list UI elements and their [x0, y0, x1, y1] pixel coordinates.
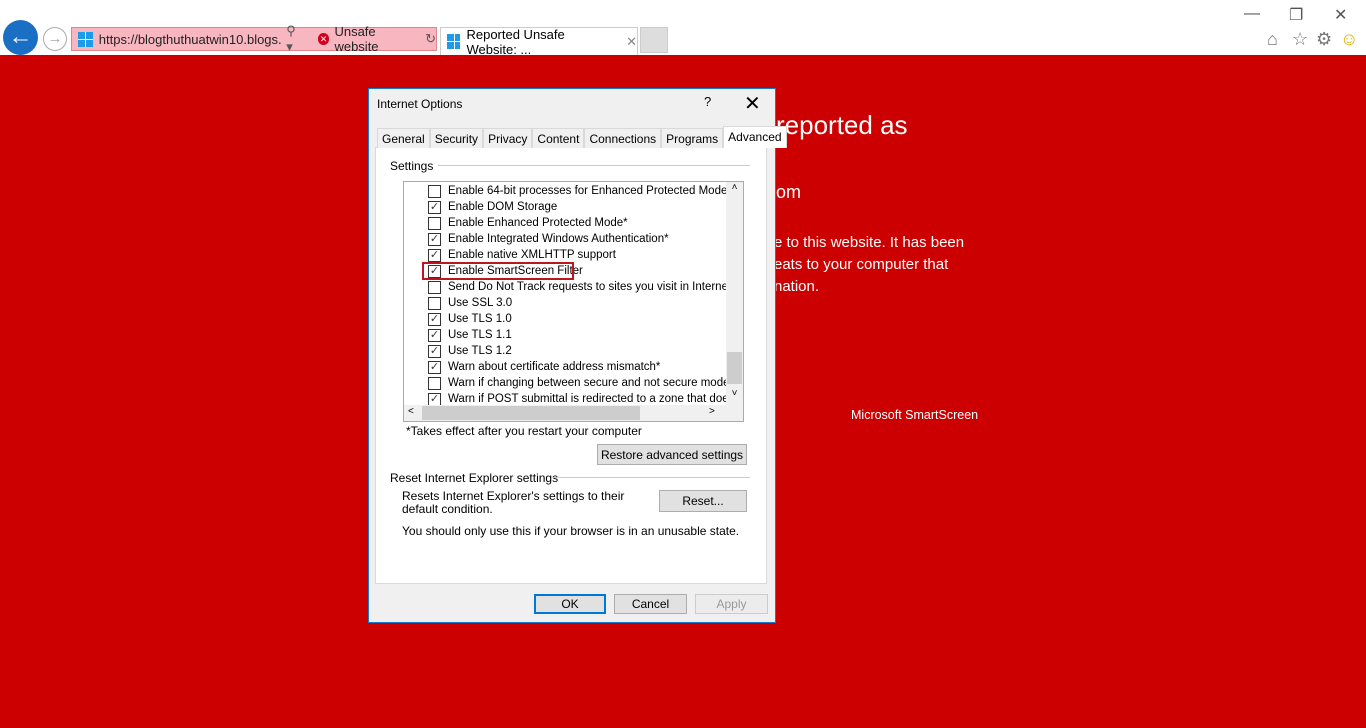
reset-button[interactable]: Reset... — [659, 490, 747, 512]
setting-item[interactable]: ✓ Use TLS 1.0 — [428, 311, 512, 327]
tab-advanced[interactable]: Advanced — [723, 126, 787, 148]
browser-tab[interactable]: Reported Unsafe Website: ... ✕ — [440, 26, 638, 57]
vertical-scrollbar[interactable]: ˄ ˅ — [726, 182, 743, 406]
internet-options-dialog: Internet Options ? ✕ Settings ✓ Warn if P… — [368, 88, 787, 623]
warning-heading: reported as — [776, 110, 908, 140]
checkbox[interactable] — [428, 296, 441, 310]
home-icon[interactable]: ⌂ — [1267, 29, 1278, 50]
setting-label: Enable 64-bit processes for Enhanced Pro… — [448, 185, 732, 197]
dialog-close-button[interactable]: ✕ — [744, 91, 761, 116]
restore-icon[interactable]: ❐ — [1289, 5, 1303, 25]
new-tab-button[interactable] — [640, 27, 668, 53]
smartscreen-footer: Microsoft SmartScreen — [851, 408, 979, 422]
restore-advanced-settings-button[interactable]: Restore advanced settings — [597, 444, 747, 465]
tab-title: Reported Unsafe Website: ... — [466, 26, 565, 57]
settings-list[interactable]: ✓ Warn if POST submittal is redirected to… — [403, 181, 744, 422]
checkbox[interactable]: ✓ — [428, 344, 441, 358]
setting-item[interactable]: Enable 64-bit processes for Enhanced Pro… — [428, 183, 732, 199]
horizontal-scrollbar[interactable]: < > — [404, 405, 743, 421]
tab-general[interactable]: General — [377, 128, 430, 148]
refresh-icon[interactable]: ↻ — [425, 31, 436, 47]
close-window-icon[interactable]: ✕ — [1334, 5, 1347, 25]
setting-label: Use SSL 3.0 — [448, 297, 513, 309]
setting-item[interactable]: ✓ Warn about certificate address mismatch… — [428, 359, 660, 375]
url-text: https://blogthuthuatwin10.blogs... — [98, 31, 283, 47]
tab-close-icon[interactable]: ✕ — [626, 34, 637, 50]
highlight-box — [422, 262, 574, 280]
search-icon[interactable]: ⚲ ▾ — [286, 23, 305, 55]
address-bar[interactable]: https://blogthuthuatwin10.blogs... ⚲ ▾ ✕… — [71, 23, 437, 54]
checkbox[interactable]: ✓ — [428, 360, 441, 374]
checkbox[interactable] — [428, 280, 441, 294]
unsafe-shield-icon: ✕ — [317, 33, 330, 45]
restart-footnote: *Takes effect after you restart your com… — [406, 424, 642, 438]
paragraph-line: eats to your computer that — [774, 256, 949, 273]
checkbox[interactable]: ✓ — [428, 232, 441, 246]
reset-description: Resets Internet Explorer's settings to t… — [402, 489, 625, 516]
help-button[interactable]: ? — [704, 94, 711, 109]
warning-subheading: om — [776, 182, 802, 202]
checkbox[interactable]: ✓ — [428, 392, 441, 406]
setting-item[interactable]: Use SSL 3.0 — [428, 295, 512, 311]
checkbox[interactable] — [428, 376, 441, 390]
favorites-star-icon[interactable]: ☆ — [1292, 29, 1308, 50]
setting-item[interactable]: ✓ Enable DOM Storage — [428, 199, 557, 215]
tab-favicon-icon — [447, 34, 461, 49]
tab-connections[interactable]: Connections — [584, 128, 662, 148]
cancel-button[interactable]: Cancel — [614, 594, 687, 614]
setting-label: Enable Enhanced Protected Mode* — [448, 217, 628, 229]
setting-label: Send Do Not Track requests to sites you … — [448, 281, 743, 293]
tab-content[interactable]: Content — [532, 128, 585, 148]
security-label[interactable]: Unsafe website — [334, 24, 422, 54]
setting-label: Warn if POST submittal is redirected to … — [448, 393, 744, 405]
back-button[interactable]: ← — [3, 20, 38, 55]
tab-security[interactable]: Security — [429, 128, 484, 148]
setting-item[interactable]: Warn if changing between secure and not … — [428, 375, 730, 391]
scroll-thumb[interactable] — [727, 352, 742, 384]
setting-item[interactable]: ✓ Enable native XMLHTTP support — [428, 247, 616, 263]
setting-item[interactable]: ✓ Use TLS 1.2 — [428, 343, 512, 359]
smiley-feedback-icon[interactable]: ☺ — [1340, 29, 1358, 50]
windows-logo-icon — [78, 31, 93, 47]
advanced-tab-panel: Settings ✓ Warn if POST submittal is redi… — [375, 147, 767, 584]
forward-button[interactable]: → — [43, 27, 67, 51]
setting-item[interactable]: ✓ Use TLS 1.1 — [428, 327, 512, 343]
warning-paragraph: e to this website. It has been eats to y… — [774, 232, 964, 298]
browser-chrome: ← → https://blogthuthuatwin10.blogs... ⚲… — [0, 0, 1366, 57]
dialog-tabs: General Security Privacy Content Connections… — [377, 126, 787, 148]
settings-group-label: Settings — [390, 159, 438, 173]
checkbox[interactable]: ✓ — [428, 328, 441, 342]
setting-item[interactable]: ✓ Enable Integrated Windows Authenticatio… — [428, 231, 669, 247]
checkbox[interactable]: ✓ — [428, 248, 441, 262]
setting-label: Enable Integrated Windows Authentication… — [448, 233, 669, 245]
apply-button[interactable]: Apply — [695, 594, 768, 614]
checkbox[interactable]: ✓ — [428, 312, 441, 326]
reset-group-label: Reset Internet Explorer settings — [390, 471, 563, 485]
h-scroll-thumb[interactable] — [422, 406, 640, 420]
setting-label: Warn if changing between secure and not … — [448, 377, 730, 389]
setting-label: Use TLS 1.1 — [448, 329, 512, 341]
setting-label: Warn about certificate address mismatch* — [448, 361, 661, 373]
paragraph-line: e to this website. It has been — [774, 234, 965, 251]
ok-button[interactable]: OK — [534, 594, 606, 614]
checkbox[interactable] — [428, 184, 441, 198]
setting-item[interactable]: Send Do Not Track requests to sites you … — [428, 279, 742, 295]
paragraph-line: nation. — [774, 278, 820, 295]
setting-label: Use TLS 1.2 — [448, 345, 512, 357]
setting-label: Enable DOM Storage — [448, 201, 558, 213]
tab-privacy[interactable]: Privacy — [483, 128, 533, 148]
checkbox[interactable]: ✓ — [428, 200, 441, 214]
reset-warning: You should only use this if your browser… — [402, 524, 740, 538]
minimize-icon[interactable]: — — [1244, 5, 1260, 23]
setting-label: Use TLS 1.0 — [448, 313, 512, 325]
setting-label: Enable native XMLHTTP support — [448, 249, 616, 261]
gear-icon[interactable]: ⚙ — [1316, 29, 1332, 50]
setting-item[interactable]: Enable Enhanced Protected Mode* — [428, 215, 628, 231]
dialog-title: Internet Options — [377, 97, 463, 111]
checkbox[interactable] — [428, 216, 441, 230]
tab-programs[interactable]: Programs — [661, 128, 724, 148]
